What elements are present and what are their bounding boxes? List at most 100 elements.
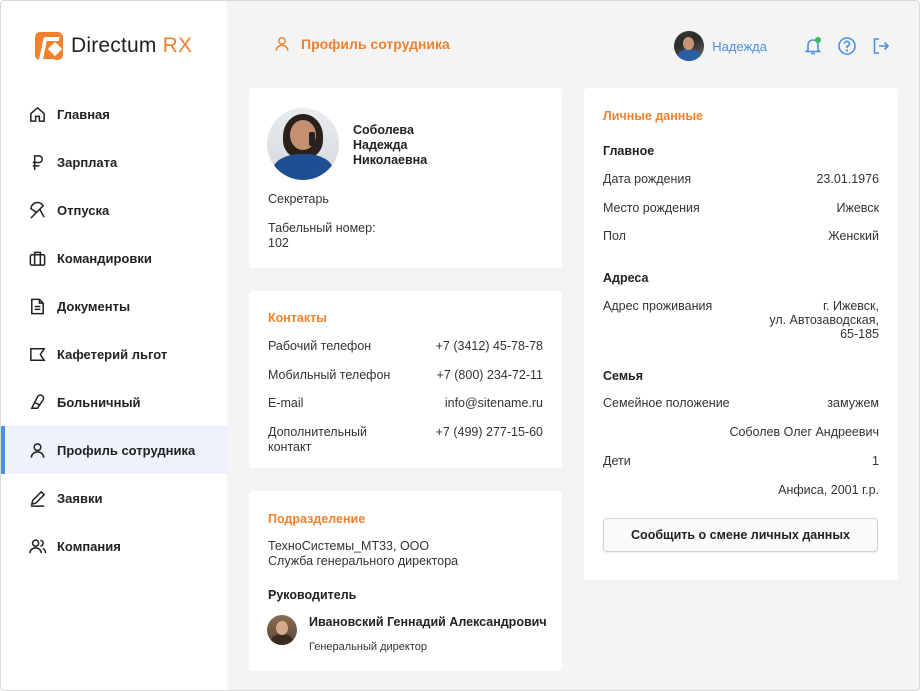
sidebar-item-sick-leave[interactable]: Больничный (1, 378, 227, 426)
address-label: Адрес проживания (603, 299, 713, 313)
directum-logo-icon (35, 32, 63, 60)
logo[interactable]: Directum RX (35, 31, 192, 61)
family-section-title: Семья (603, 369, 644, 383)
sidebar-item-label: Кафетерий льгот (57, 346, 168, 362)
personal-title: Личные данные (603, 109, 703, 123)
sidebar-nav: Главная Зарплата Отпуска Командировки До… (1, 90, 227, 570)
marital-label: Семейное положение (603, 396, 730, 410)
sidebar-item-home[interactable]: Главная (1, 90, 227, 138)
briefcase-icon (27, 248, 47, 268)
sidebar-item-label: Главная (57, 106, 110, 122)
employee-name: Соболева Надежда Николаевна (353, 123, 427, 168)
avatar[interactable] (674, 31, 705, 61)
department-service: Служба генерального директора (268, 554, 459, 568)
sidebar-item-benefits[interactable]: Кафетерий льгот (1, 330, 227, 378)
manager-title: Руководитель (268, 588, 357, 602)
sidebar-item-requests[interactable]: Заявки (1, 474, 227, 522)
brand-name: Directum RX (71, 34, 192, 58)
pill-icon (27, 392, 47, 412)
spouse-value: Соболев Олег Андреевич (729, 425, 879, 439)
manager-position: Генеральный директор (309, 641, 427, 653)
page-title-text: Профиль сотрудника (301, 36, 450, 52)
sidebar-item-label: Больничный (57, 394, 141, 410)
gender-value: Женский (828, 229, 879, 243)
employee-middle-name: Николаевна (353, 153, 428, 167)
work-phone-value[interactable]: +7 (3412) 45-78-78 (436, 339, 543, 353)
sidebar-item-label: Документы (57, 298, 131, 314)
employee-photo (267, 108, 339, 180)
user-icon (27, 440, 47, 460)
address-line: 65-185 (840, 327, 879, 341)
sidebar-item-salary[interactable]: Зарплата (1, 138, 227, 186)
department-card: Подразделение ТехноСистемы_МТ33, ООО Слу… (249, 491, 562, 671)
sidebar-item-profile[interactable]: Профиль сотрудника (1, 426, 227, 474)
contact-label: Рабочий телефон (268, 339, 372, 353)
address-line: ул. Автозаводская, (769, 313, 879, 327)
header-toolbar: Надежда (674, 31, 891, 61)
contacts-card: Контакты Рабочий телефон +7 (3412) 45-78… (249, 291, 562, 468)
help-icon[interactable] (837, 36, 857, 56)
children-label: Дети (603, 454, 631, 468)
report-change-button[interactable]: Сообщить о смене личных данных (603, 518, 878, 552)
child-value: Анфиса, 2001 г.р. (778, 483, 879, 497)
sidebar-item-label: Отпуска (57, 202, 110, 218)
main-section-title: Главное (603, 144, 655, 158)
contact-label: E-mail (268, 396, 304, 410)
address-section-title: Адреса (603, 271, 649, 285)
children-count: 1 (872, 454, 879, 468)
employee-first-name: Надежда (353, 138, 408, 152)
brand-main: Directum (71, 34, 157, 57)
contact-label: Мобильный телефон (268, 368, 391, 382)
birth-place-label: Место рождения (603, 201, 700, 215)
tab-number-label: Табельный номер: (268, 221, 376, 235)
tab-number-value: 102 (268, 236, 289, 250)
user-icon (275, 36, 289, 51)
user-name-link[interactable]: Надежда (712, 39, 767, 54)
umbrella-icon (27, 200, 47, 220)
flag-icon (27, 344, 47, 364)
gender-label: Пол (603, 229, 626, 243)
notification-dot (815, 37, 821, 43)
sidebar-item-label: Зарплата (57, 154, 118, 170)
personal-data-card: Личные данные Главное Дата рождения 23.0… (584, 88, 898, 580)
department-title: Подразделение (268, 512, 366, 526)
sidebar-item-label: Командировки (57, 250, 152, 266)
department-org: ТехноСистемы_МТ33, ООО (268, 539, 430, 553)
sidebar-item-company[interactable]: Компания (1, 522, 227, 570)
bell-icon[interactable] (803, 36, 823, 56)
app-window: Directum RX Главная Зарплата Отпуска Ком… (0, 0, 920, 691)
page-title: Профиль сотрудника (273, 35, 450, 53)
contact-label-line: контакт (268, 440, 312, 454)
document-icon (27, 296, 47, 316)
marital-value: замужем (827, 396, 879, 410)
contact-label-line: Дополнительный (268, 425, 367, 439)
address-value: г. Ижевск, ул. Автозаводская, 65-185 (769, 299, 879, 341)
users-icon (27, 536, 47, 556)
birth-date-value: 23.01.1976 (816, 172, 879, 186)
sidebar-item-vacations[interactable]: Отпуска (1, 186, 227, 234)
sidebar-item-label: Заявки (57, 490, 103, 506)
manager-avatar (267, 615, 297, 645)
manager-name[interactable]: Ивановский Геннадий Александрович (309, 615, 547, 629)
mobile-phone-value[interactable]: +7 (800) 234-72-11 (437, 368, 543, 382)
contact-label: Дополнительный контакт (268, 425, 367, 455)
employee-position: Секретарь (268, 192, 329, 206)
pen-icon (27, 488, 47, 508)
ruble-icon (27, 152, 47, 172)
birth-date-label: Дата рождения (603, 172, 692, 186)
birth-place-value: Ижевск (836, 201, 879, 215)
logout-icon[interactable] (871, 36, 891, 56)
sidebar-item-label: Компания (57, 538, 121, 554)
brand-accent: RX (162, 34, 193, 57)
extra-contact-value[interactable]: +7 (499) 277-15-60 (436, 425, 543, 439)
home-icon (27, 104, 47, 124)
contacts-title: Контакты (268, 311, 327, 325)
address-line: г. Ижевск, (823, 299, 879, 313)
sidebar-item-label: Профиль сотрудника (57, 442, 196, 458)
sidebar: Directum RX Главная Зарплата Отпуска Ком… (1, 1, 227, 690)
employee-last-name: Соболева (353, 123, 414, 137)
sidebar-item-documents[interactable]: Документы (1, 282, 227, 330)
email-value[interactable]: info@sitename.ru (445, 396, 543, 410)
sidebar-item-trips[interactable]: Командировки (1, 234, 227, 282)
profile-card: Соболева Надежда Николаевна Секретарь Та… (249, 88, 562, 268)
